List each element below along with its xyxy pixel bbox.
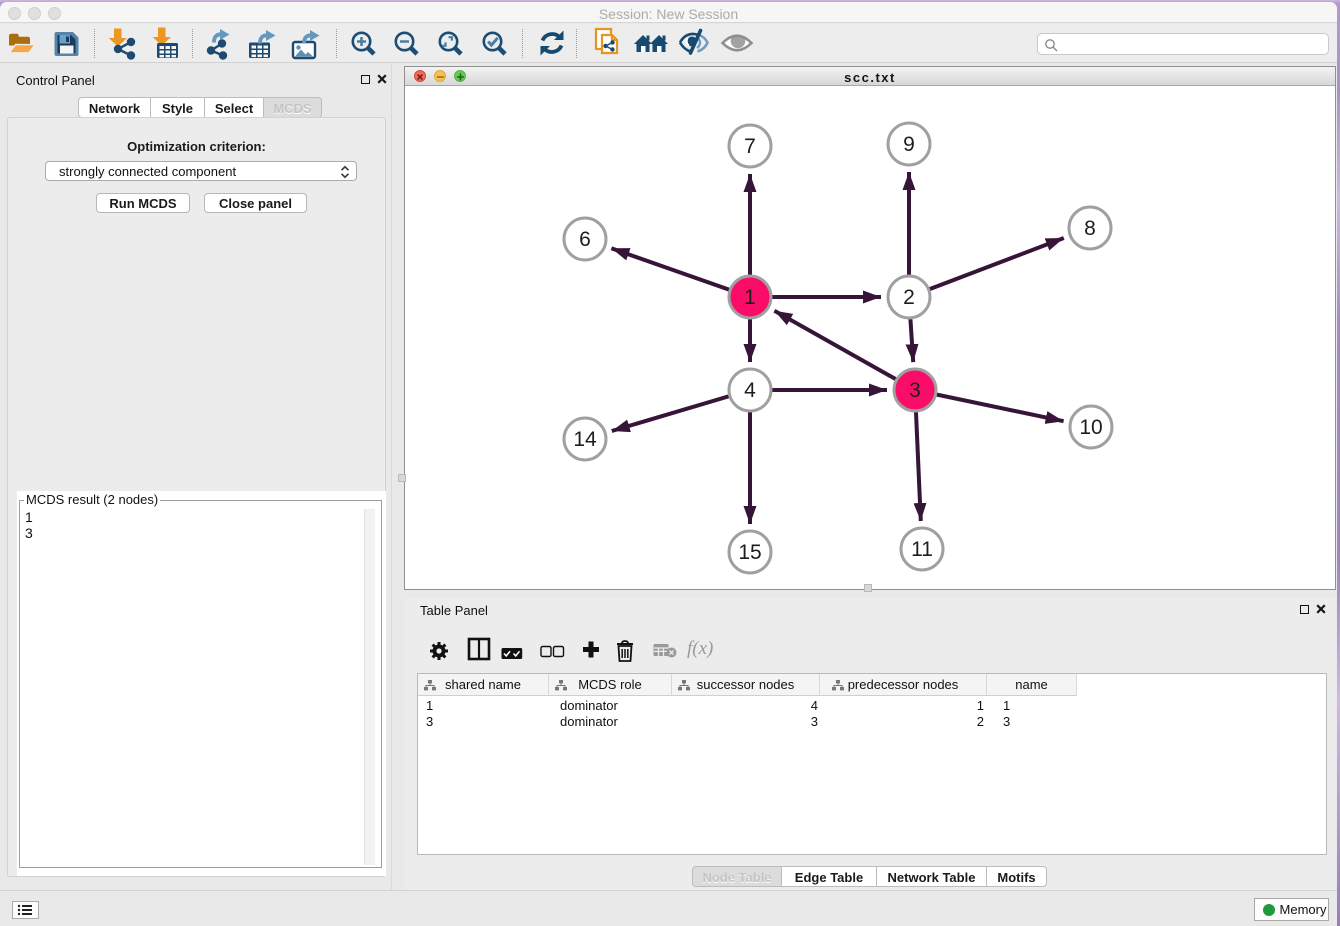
svg-text:15: 15 xyxy=(738,541,761,564)
svg-text:1: 1 xyxy=(744,286,756,309)
svg-text:3: 3 xyxy=(909,379,921,402)
svg-text:7: 7 xyxy=(744,135,756,158)
svg-text:11: 11 xyxy=(911,538,933,561)
svg-text:14: 14 xyxy=(573,428,597,451)
svg-text:4: 4 xyxy=(744,379,756,402)
svg-text:6: 6 xyxy=(579,228,591,251)
svg-text:10: 10 xyxy=(1079,416,1102,439)
svg-text:2: 2 xyxy=(903,286,915,309)
svg-text:9: 9 xyxy=(903,133,915,156)
svg-text:8: 8 xyxy=(1084,217,1096,240)
